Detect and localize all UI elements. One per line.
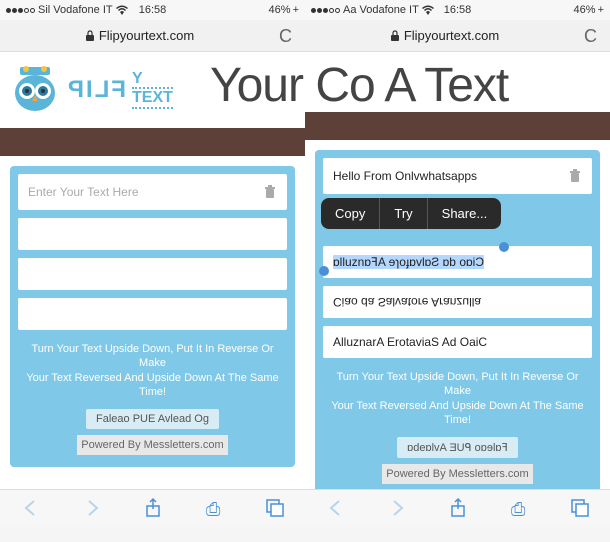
selection-handle-end[interactable] (499, 242, 509, 252)
output-field-3[interactable] (18, 298, 287, 330)
carrier-label: Sil Vodafone IT (38, 4, 113, 16)
output-field-1[interactable] (18, 218, 287, 250)
back-icon[interactable] (20, 497, 42, 519)
battery-percent: 46% (269, 4, 291, 16)
browser-toolbar: ⎙ (0, 489, 305, 525)
status-bar: Aa Vodafone IT 16:58 46% + (305, 0, 610, 20)
forward-icon[interactable] (81, 497, 103, 519)
promo-button[interactable]: ɒdeɒlvA ƎUᑫ oɒɘlɒꟻ (397, 437, 518, 458)
url-domain: Flipyourtext.com (404, 28, 499, 43)
carrier-label: Aa Vodafone IT (343, 4, 419, 16)
time-label: 16:58 (139, 4, 167, 16)
text-input[interactable]: Enter Your Text Here (18, 174, 287, 210)
url-domain: Flipyourtext.com (99, 28, 194, 43)
trash-icon[interactable] (263, 185, 277, 199)
battery-plus-icon: + (598, 4, 604, 16)
browser-url-bar[interactable]: Flipyourtext.com C (0, 20, 305, 52)
reverse-text: AlluznarA ErotaviaS Ad OaiC (333, 335, 487, 349)
owl-logo-icon (10, 65, 60, 115)
try-menu-item[interactable]: Try (380, 198, 427, 229)
battery-percent: 46% (574, 4, 596, 16)
share-menu-item[interactable]: Share... (428, 198, 502, 229)
svg-text:⎙: ⎙ (206, 499, 221, 519)
tabs-icon[interactable] (264, 497, 286, 519)
overlay-title-text: Your Co A Text (210, 58, 508, 113)
battery-plus-icon: + (293, 4, 299, 16)
upside-text: Ciao da Salvatore Aranzulla (333, 295, 481, 309)
status-bar: Sil Vodafone IT 16:58 46% + (0, 0, 305, 20)
input-placeholder: Enter Your Text Here (28, 185, 139, 199)
tabs-icon[interactable] (569, 497, 591, 519)
time-label: 16:58 (444, 4, 472, 16)
browser-toolbar: ⎙ (305, 489, 610, 525)
browser-url-bar[interactable]: Flipyourtext.com C (305, 20, 610, 52)
reload-icon[interactable]: C (279, 26, 299, 46)
input-value: Hello From Onlvwhatsapps (333, 169, 477, 183)
text-context-menu: Copy Try Share... (321, 198, 501, 229)
promo-button[interactable]: Faleao PUE Avlead Og (86, 409, 219, 429)
bookmarks-icon[interactable]: ⎙ (203, 497, 225, 519)
main-card: Hello From Onlvwhatsapps Copy Try Share.… (315, 150, 600, 496)
flip-logo-text: FLIP (66, 76, 126, 104)
lock-icon (85, 30, 95, 42)
powered-by-link[interactable]: Powered By Messletters.com (382, 464, 532, 484)
reload-icon[interactable]: C (584, 26, 604, 46)
yourtext-logo: Y TEXT (132, 71, 173, 109)
output-field-2[interactable] (18, 258, 287, 290)
signal-icon (311, 8, 340, 13)
output-field-upside[interactable]: Ciao da Salvatore Aranzulla (323, 286, 592, 318)
share-icon[interactable] (142, 497, 164, 519)
lock-icon (390, 30, 400, 42)
brown-separator (305, 112, 610, 140)
flipped-text: ɒlluznɒꟻA ɘɿoɟɒvlɒƧ ɒb oɒiƆ (333, 255, 484, 269)
promo-text: Turn Your Text Upside Down, Put It In Re… (323, 366, 592, 431)
forward-icon[interactable] (386, 497, 408, 519)
wifi-icon (116, 5, 128, 15)
powered-by-link[interactable]: Powered By Messletters.com (77, 435, 227, 455)
main-card: Enter Your Text Here Turn Your Text Upsi… (10, 166, 295, 467)
output-field-reverse[interactable]: AlluznarA ErotaviaS Ad OaiC (323, 326, 592, 358)
signal-icon (6, 8, 35, 13)
share-icon[interactable] (447, 497, 469, 519)
trash-icon[interactable] (568, 169, 582, 183)
back-icon[interactable] (325, 497, 347, 519)
bookmarks-icon[interactable]: ⎙ (508, 497, 530, 519)
brown-separator (0, 128, 305, 156)
promo-text: Turn Your Text Upside Down, Put It In Re… (18, 338, 287, 403)
text-input[interactable]: Hello From Onlvwhatsapps (323, 158, 592, 194)
copy-menu-item[interactable]: Copy (321, 198, 380, 229)
output-field-flipped[interactable]: ɒlluznɒꟻA ɘɿoɟɒvlɒƧ ɒb oɒiƆ (323, 246, 592, 278)
selection-handle-start[interactable] (319, 266, 329, 276)
wifi-icon (422, 5, 434, 15)
svg-text:⎙: ⎙ (511, 499, 526, 519)
